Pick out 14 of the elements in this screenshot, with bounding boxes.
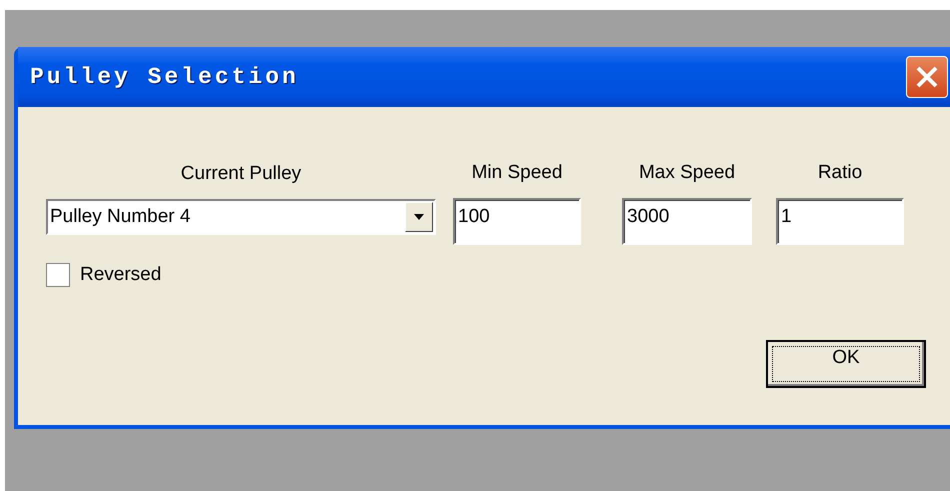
close-icon: [915, 65, 939, 89]
field-label: Current Pulley: [180, 163, 302, 185]
ok-button[interactable]: OK: [766, 340, 926, 388]
checkbox[interactable]: [46, 263, 70, 287]
close-button[interactable]: [906, 56, 948, 98]
field-label: Ratio: [818, 162, 862, 184]
text-field[interactable]: 3000: [622, 198, 752, 245]
text-field[interactable]: 1: [776, 198, 904, 245]
field-label: Min Speed: [472, 162, 562, 184]
checkbox-label: Reversed: [80, 264, 162, 286]
field-label: Max Speed: [638, 162, 736, 184]
text-field[interactable]: 100: [453, 198, 581, 245]
window-title: Pulley Selection: [30, 64, 299, 90]
pulley-dropdown[interactable]: Pulley Number 4: [46, 199, 436, 235]
